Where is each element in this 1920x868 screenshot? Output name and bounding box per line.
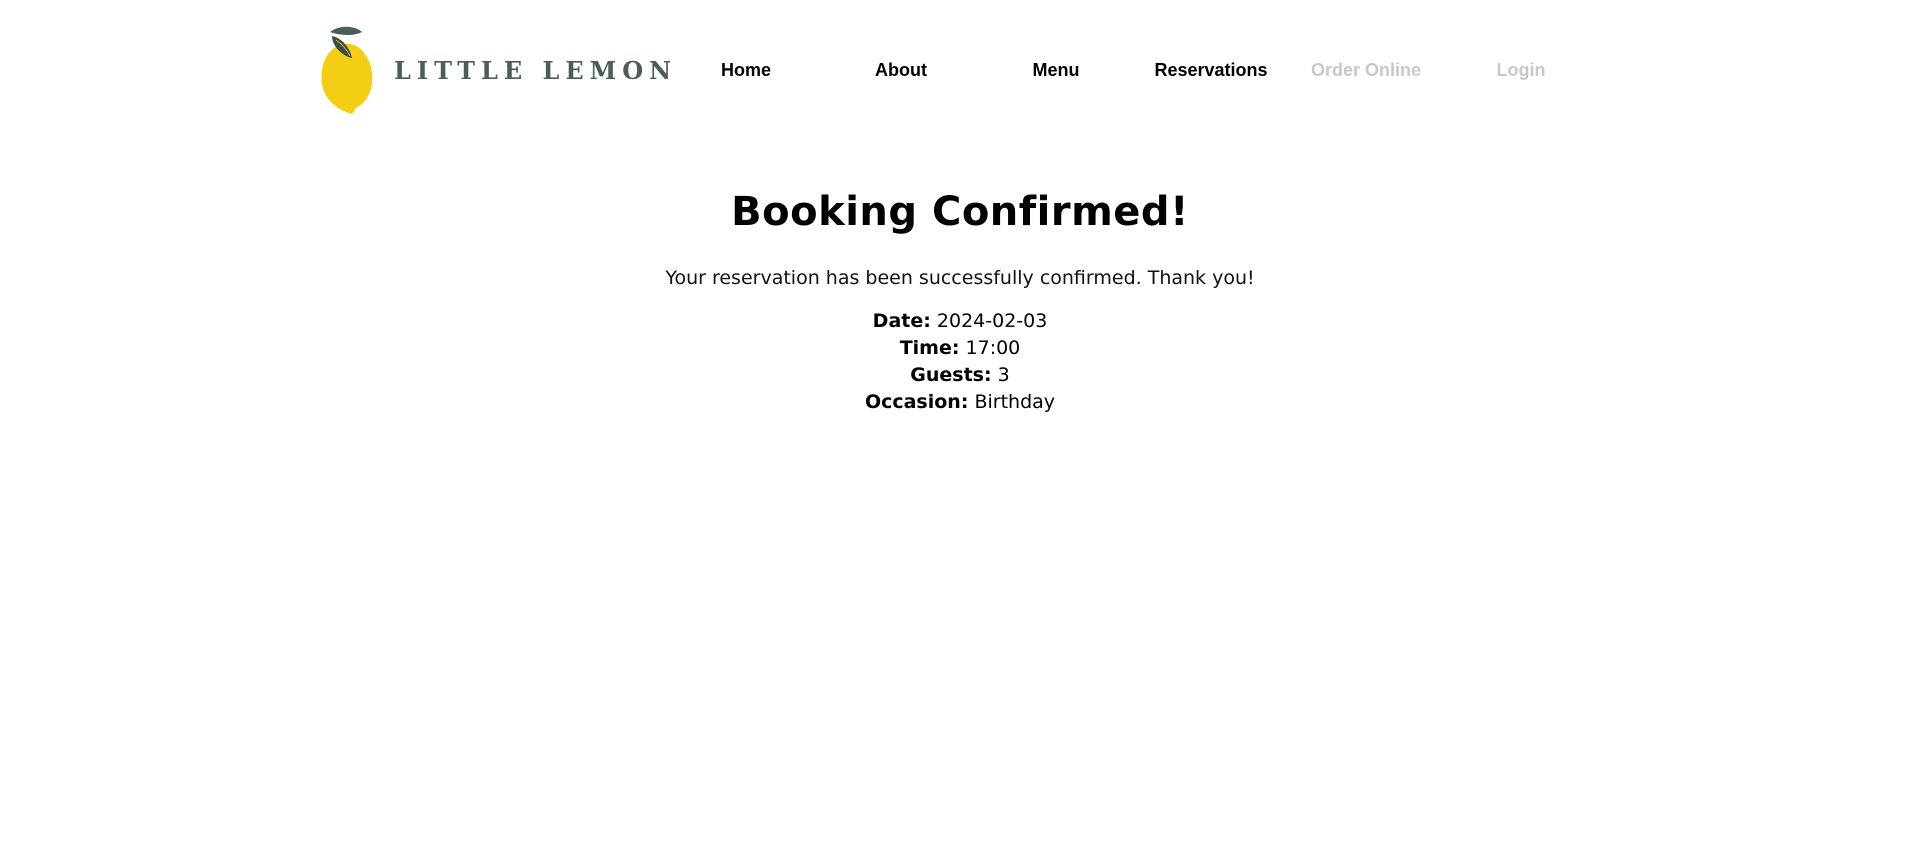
nav-login[interactable]: Login: [1441, 58, 1601, 82]
nav-about[interactable]: About: [821, 58, 981, 82]
detail-date-label: Date:: [872, 310, 931, 332]
detail-guests-label: Guests:: [910, 364, 992, 386]
site-header: LITTLE LEMON Home About Menu Reservation…: [0, 0, 1920, 140]
nav-order-online[interactable]: Order Online: [1286, 58, 1446, 82]
main-navigation: Home About Menu Reservations Order Onlin…: [0, 58, 1920, 82]
detail-guests: Guests: 3: [0, 362, 1920, 389]
nav-menu[interactable]: Menu: [976, 58, 1136, 82]
detail-guests-value: 3: [997, 364, 1010, 386]
detail-occasion-value: Birthday: [974, 391, 1056, 413]
detail-time: Time: 17:00: [0, 335, 1920, 362]
page-title: Booking Confirmed!: [731, 189, 1189, 235]
confirmation-message: Your reservation has been successfully c…: [665, 267, 1255, 289]
detail-occasion: Occasion: Birthday: [0, 389, 1920, 416]
detail-occasion-label: Occasion:: [864, 391, 969, 413]
confirmation-section: Booking Confirmed! Your reservation has …: [0, 180, 1920, 416]
detail-date: Date: 2024-02-03: [0, 308, 1920, 335]
detail-time-value: 17:00: [965, 337, 1021, 359]
detail-time-label: Time:: [899, 337, 960, 359]
detail-date-value: 2024-02-03: [936, 310, 1048, 332]
booking-details: Date: 2024-02-03 Time: 17:00 Guests: 3 O…: [0, 308, 1920, 416]
nav-reservations[interactable]: Reservations: [1131, 58, 1291, 82]
nav-home[interactable]: Home: [666, 58, 826, 82]
